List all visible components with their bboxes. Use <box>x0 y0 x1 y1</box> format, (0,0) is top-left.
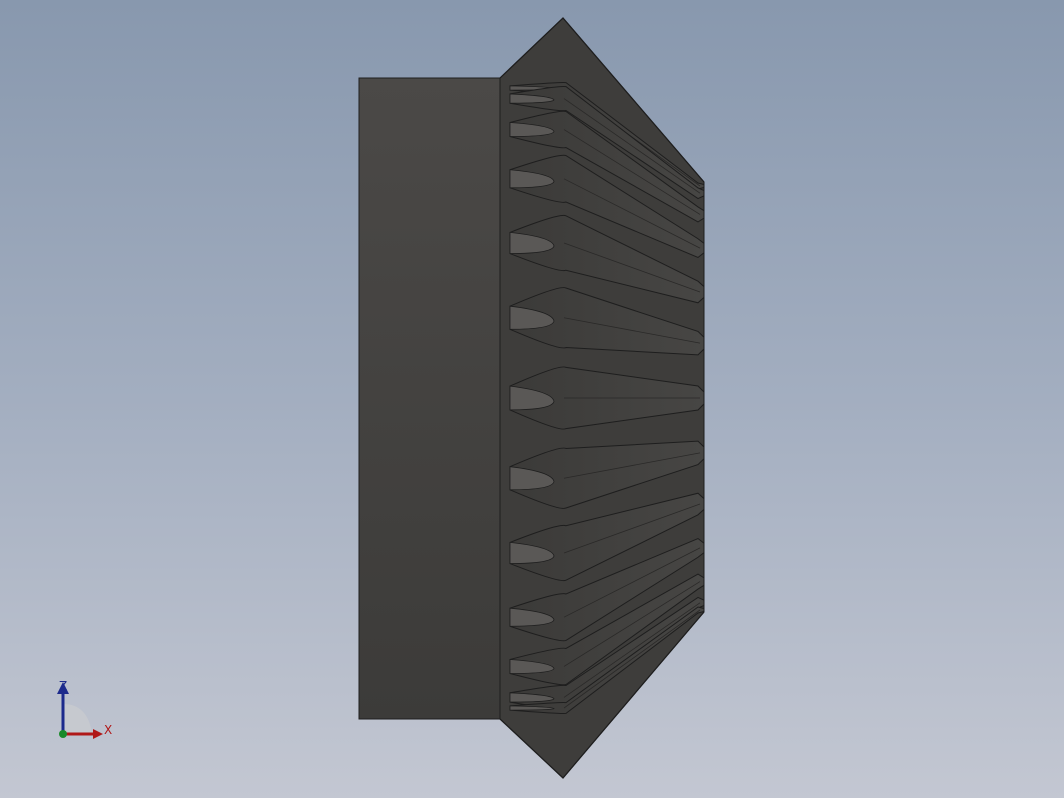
x-axis-label: X <box>104 723 112 737</box>
y-axis-dot <box>59 730 67 738</box>
triad-plane-shading <box>63 704 92 734</box>
x-axis-arrow <box>93 729 103 739</box>
gear-hub <box>358 77 502 720</box>
orientation-triad[interactable]: Z X <box>48 676 118 746</box>
gear-model[interactable] <box>0 0 1064 798</box>
z-axis-label: Z <box>59 679 67 693</box>
graphics-viewport[interactable]: Z X <box>0 0 1064 798</box>
